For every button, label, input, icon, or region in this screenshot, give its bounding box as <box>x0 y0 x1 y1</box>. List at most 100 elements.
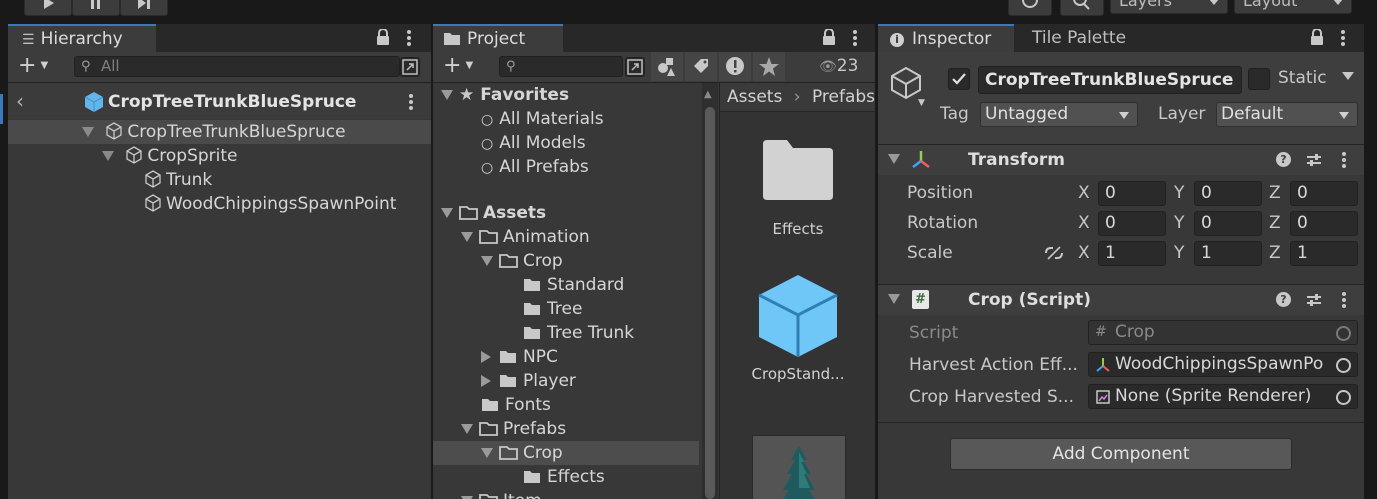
expand-arrow-icon[interactable] <box>441 90 453 100</box>
folder-item[interactable]: Item <box>461 489 542 499</box>
layers-dropdown[interactable]: Layers <box>1110 0 1228 14</box>
rotation-x-field[interactable]: 0 <box>1098 211 1166 236</box>
search-window-icon[interactable] <box>625 57 645 77</box>
object-picker-icon[interactable] <box>1336 390 1351 405</box>
more-menu-icon[interactable] <box>407 30 411 48</box>
hierarchy-item-trunk[interactable]: Trunk <box>144 168 212 192</box>
component-more-icon[interactable] <box>1342 152 1346 170</box>
folder-prefabs[interactable]: Prefabs <box>461 417 566 441</box>
object-picker-icon[interactable] <box>1336 358 1351 373</box>
layer-dropdown[interactable]: Default <box>1216 102 1358 127</box>
scene-view-toggle-icon[interactable] <box>400 57 420 77</box>
tag-dropdown[interactable]: Untagged <box>980 102 1138 127</box>
gameobject-cube-icon[interactable] <box>890 66 922 100</box>
filter-errors-button[interactable] <box>719 52 751 81</box>
position-x-field[interactable]: 0 <box>1098 181 1166 206</box>
position-y-field[interactable]: 0 <box>1194 181 1262 206</box>
active-checkbox[interactable] <box>948 68 970 90</box>
chevron-down-icon[interactable]: ▼ <box>918 98 925 108</box>
pause-button[interactable] <box>72 0 120 16</box>
expand-arrow-icon[interactable] <box>441 208 453 218</box>
grid-item-effects[interactable]: Effects <box>736 138 860 258</box>
breadcrumb-item[interactable]: Prefabs <box>812 87 875 107</box>
presets-sliders-icon[interactable] <box>1306 152 1322 168</box>
project-search-input[interactable]: ⚲ <box>499 56 623 77</box>
tab-project[interactable]: Project <box>433 24 563 52</box>
link-unlocked-icon[interactable] <box>1044 245 1064 261</box>
folder-effects[interactable]: Effects <box>523 465 605 489</box>
static-dropdown-icon[interactable] <box>1342 72 1354 80</box>
expand-arrow-icon[interactable] <box>461 232 473 242</box>
crop-harvested-field[interactable]: None (Sprite Renderer) <box>1088 384 1358 409</box>
expand-arrow-icon[interactable] <box>481 256 493 266</box>
rotation-y-field[interactable]: 0 <box>1194 211 1262 236</box>
grid-item-tree-sprite[interactable] <box>752 435 846 499</box>
help-icon[interactable]: ? <box>1276 152 1291 167</box>
filter-by-label-button[interactable] <box>685 52 717 81</box>
favorite-item[interactable]: ○ All Prefabs <box>481 155 589 179</box>
collapse-arrow-icon[interactable] <box>481 375 491 387</box>
layout-dropdown[interactable]: Layout <box>1234 0 1352 14</box>
expand-arrow-icon[interactable] <box>82 127 94 137</box>
folder-animation[interactable]: Animation <box>461 225 590 249</box>
rotation-z-field[interactable]: 0 <box>1290 211 1358 236</box>
more-menu-icon[interactable] <box>853 30 857 48</box>
help-icon[interactable]: ? <box>1276 292 1291 307</box>
search-button[interactable] <box>1060 0 1104 16</box>
presets-sliders-icon[interactable] <box>1306 292 1322 308</box>
lock-icon[interactable] <box>1310 29 1324 46</box>
scrollbar-thumb[interactable] <box>705 107 715 499</box>
folder-crop-prefabs[interactable]: Crop <box>481 441 563 465</box>
hierarchy-item-root[interactable]: CropTreeTrunkBlueSpruce <box>82 120 346 144</box>
more-menu-icon[interactable] <box>1341 30 1345 48</box>
create-add-button[interactable]: + ▼ <box>443 55 473 77</box>
tab-hierarchy[interactable]: ☰ Hierarchy <box>8 24 156 52</box>
tab-inspector[interactable]: i Inspector <box>878 24 1014 52</box>
filter-by-type-button[interactable] <box>651 52 683 81</box>
folder-tree-scrollbar[interactable]: ▲ <box>702 83 718 499</box>
component-more-icon[interactable] <box>1342 292 1346 310</box>
object-name-input[interactable]: CropTreeTrunkBlueSpruce <box>978 66 1242 94</box>
scale-y-field[interactable]: 1 <box>1194 241 1262 266</box>
favorite-item[interactable]: ○ All Models <box>481 131 586 155</box>
folder-crop-anim[interactable]: Crop <box>481 249 563 273</box>
favorite-button[interactable] <box>753 52 785 81</box>
foldout-arrow-icon[interactable] <box>888 294 900 304</box>
folder-standard[interactable]: Standard <box>523 273 624 297</box>
breadcrumb-item[interactable]: Assets <box>727 87 782 107</box>
scale-x-field[interactable]: 1 <box>1098 241 1166 266</box>
collapse-arrow-icon[interactable] <box>481 351 491 363</box>
lock-icon[interactable] <box>822 29 836 46</box>
undo-history-button[interactable] <box>1008 0 1052 16</box>
folder-tree-trunk[interactable]: Tree Trunk <box>523 321 634 345</box>
scale-z-field[interactable]: 1 <box>1290 241 1358 266</box>
static-checkbox[interactable] <box>1248 68 1270 90</box>
folder-npc[interactable]: NPC <box>481 345 558 369</box>
foldout-arrow-icon[interactable] <box>888 154 900 164</box>
expand-arrow-icon[interactable] <box>461 424 473 434</box>
lock-icon[interactable] <box>376 29 390 46</box>
hierarchy-item-woodchippings[interactable]: WoodChippingsSpawnPoint <box>144 192 396 216</box>
hierarchy-search-input[interactable]: ⚲ All <box>74 56 400 77</box>
tab-tile-palette[interactable]: Tile Palette <box>1020 24 1150 52</box>
create-add-button[interactable]: + ▼ <box>18 55 48 77</box>
back-chevron-icon[interactable]: ‹ <box>16 89 24 113</box>
step-button[interactable] <box>120 0 168 16</box>
assets-header[interactable]: Assets <box>441 201 546 225</box>
add-component-button[interactable]: Add Component <box>950 438 1292 470</box>
favorites-header[interactable]: ★ Favorites <box>441 83 569 107</box>
position-z-field[interactable]: 0 <box>1290 181 1358 206</box>
expand-arrow-icon[interactable] <box>481 448 493 458</box>
play-button[interactable] <box>24 0 72 16</box>
folder-tree[interactable]: Tree <box>523 297 582 321</box>
grid-item-cropstand[interactable]: CropStand... <box>730 273 866 393</box>
scroll-up-icon[interactable]: ▲ <box>704 89 712 100</box>
hierarchy-item-cropsprite[interactable]: CropSprite <box>102 144 238 168</box>
folder-fonts[interactable]: Fonts <box>481 393 551 417</box>
crop-script-header[interactable]: # Crop (Script) ? <box>878 284 1364 315</box>
favorite-item[interactable]: ○ All Materials <box>481 107 604 131</box>
prefab-more-icon[interactable] <box>409 94 413 112</box>
harvest-action-field[interactable]: WoodChippingsSpawnPo <box>1088 352 1358 377</box>
hidden-packages-toggle[interactable]: 👁23 <box>819 56 858 76</box>
expand-arrow-icon[interactable] <box>102 151 114 161</box>
